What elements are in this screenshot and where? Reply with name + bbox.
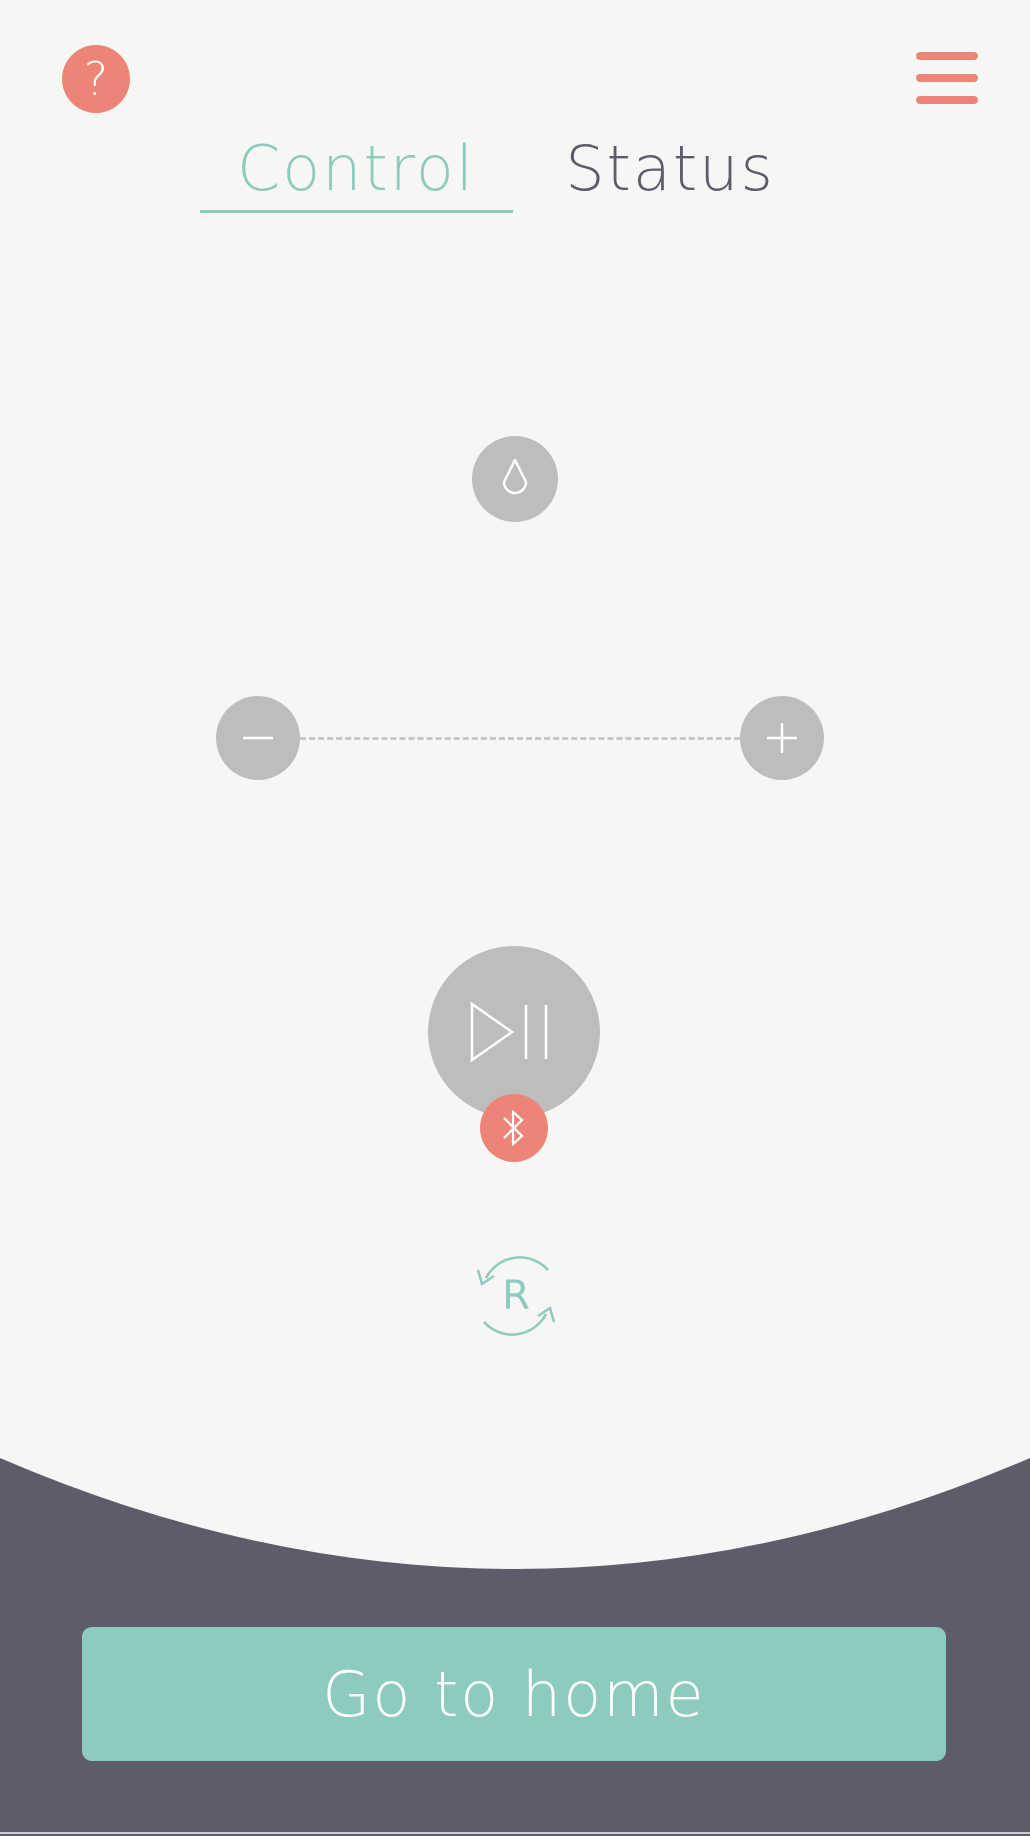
plus-icon (767, 723, 797, 753)
tab-status[interactable]: Status (560, 128, 780, 208)
tab-control[interactable]: Control (200, 128, 512, 208)
play-pause-icon (470, 1001, 548, 1063)
play-pause-button[interactable] (428, 946, 600, 1118)
hamburger-menu-icon (916, 52, 978, 60)
go-to-home-button[interactable]: Go to home (82, 1627, 946, 1761)
bluetooth-button[interactable] (480, 1094, 548, 1162)
intensity-slider-track[interactable] (300, 737, 740, 740)
water-drop-icon (502, 458, 528, 495)
minus-icon (243, 736, 273, 740)
hamburger-menu-line (916, 74, 978, 82)
help-button[interactable]: ? (62, 45, 130, 113)
increase-button[interactable] (740, 696, 824, 780)
hamburger-menu-line (916, 96, 978, 104)
bottom-divider (0, 1832, 1030, 1834)
active-tab-underline (200, 210, 513, 213)
decrease-button[interactable] (216, 696, 300, 780)
bluetooth-icon (503, 1109, 524, 1147)
water-drop-button[interactable] (472, 436, 558, 522)
question-icon: ? (83, 52, 109, 106)
reset-button[interactable]: R (468, 1248, 564, 1344)
menu-button[interactable] (916, 52, 978, 104)
reset-label: R (502, 1273, 530, 1319)
